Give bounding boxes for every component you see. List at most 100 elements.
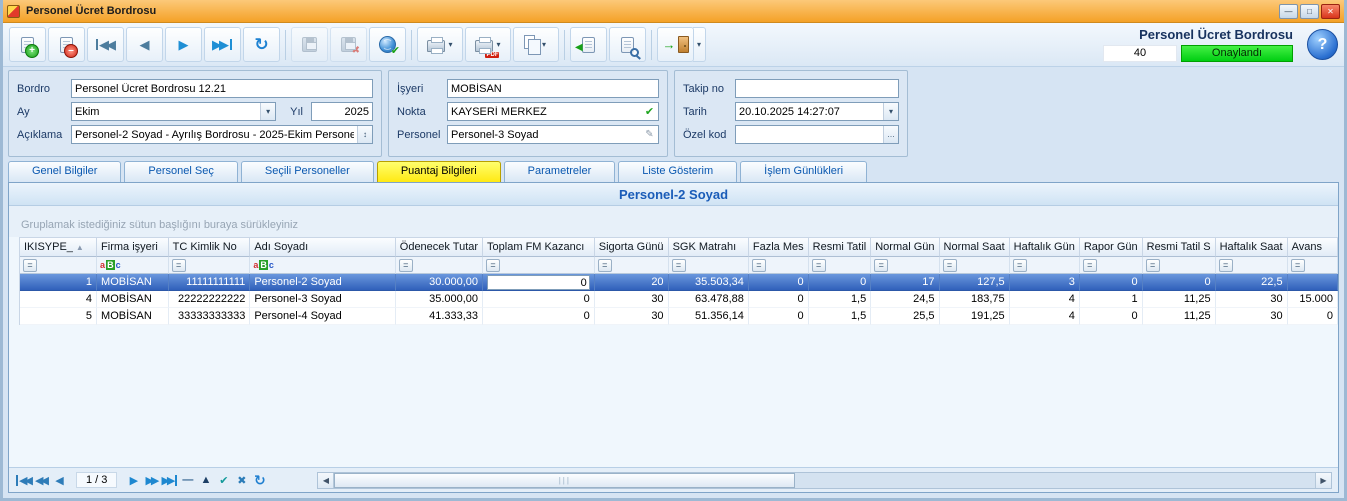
- filter-cell[interactable]: =: [396, 257, 483, 274]
- bordro-input[interactable]: [72, 81, 372, 96]
- grid-cell[interactable]: 11,25: [1143, 308, 1216, 325]
- first-record-button[interactable]: ◀◀: [87, 27, 124, 62]
- grid-cell[interactable]: 3: [1010, 274, 1080, 291]
- grid-cell[interactable]: MOBİSAN: [97, 308, 169, 325]
- grid-cell[interactable]: 4: [1010, 291, 1080, 308]
- filter-cell[interactable]: =: [483, 257, 595, 274]
- filter-cell[interactable]: =: [595, 257, 669, 274]
- export-button[interactable]: ▾: [513, 27, 559, 62]
- grid-cell[interactable]: 35.000,00: [396, 291, 483, 308]
- grid-cell[interactable]: [1288, 274, 1338, 291]
- filter-cell[interactable]: =: [940, 257, 1010, 274]
- grid-cell[interactable]: Personel-3 Soyad: [250, 291, 395, 308]
- active-edit-cell[interactable]: 0: [487, 275, 590, 290]
- tab-personel-se[interactable]: Personel Seç: [124, 161, 237, 182]
- grid-cell[interactable]: 11111111111: [169, 274, 251, 291]
- row-remove-button[interactable]: —: [179, 471, 196, 490]
- grid-cell[interactable]: 15.000: [1288, 291, 1338, 308]
- ay-dropdown-icon[interactable]: ▾: [260, 103, 275, 120]
- column-header[interactable]: Toplam FM Kazancı: [483, 237, 595, 257]
- scrollbar-thumb[interactable]: [334, 473, 795, 488]
- column-header[interactable]: Rapor Gün: [1080, 237, 1143, 257]
- column-header[interactable]: Sigorta Günü: [595, 237, 669, 257]
- row-post-button[interactable]: ✔: [215, 471, 232, 490]
- grid-cell[interactable]: 1: [1080, 291, 1143, 308]
- save-button[interactable]: [291, 27, 328, 62]
- nav-prior-button[interactable]: ◀: [51, 471, 68, 490]
- nav-first-button[interactable]: ◀◀: [15, 471, 32, 490]
- grid-cell[interactable]: 20: [595, 274, 669, 291]
- column-header[interactable]: Avans: [1288, 237, 1338, 257]
- tab-genel-bilgiler[interactable]: Genel Bilgiler: [8, 161, 121, 182]
- tab-i-lem-g-nl-kleri[interactable]: İşlem Günlükleri: [740, 161, 867, 182]
- aciklama-spin-icon[interactable]: ↕: [357, 126, 372, 143]
- column-header[interactable]: Ödenecek Tutar: [396, 237, 483, 257]
- filter-cell[interactable]: =: [1143, 257, 1216, 274]
- grid-cell[interactable]: 51.356,14: [669, 308, 749, 325]
- close-button[interactable]: ✕: [1321, 4, 1340, 19]
- grid-cell[interactable]: 0: [1080, 308, 1143, 325]
- column-header[interactable]: SGK Matrahı: [669, 237, 749, 257]
- takip-no-input[interactable]: [736, 81, 898, 96]
- exit-dropdown-button[interactable]: ▾: [693, 27, 706, 62]
- refresh-button[interactable]: ↻: [243, 27, 280, 62]
- grid-cell[interactable]: 0: [809, 274, 872, 291]
- column-header[interactable]: TC Kimlik No: [169, 237, 251, 257]
- grid-cell[interactable]: 22,5: [1216, 274, 1288, 291]
- filter-cell[interactable]: aBc: [97, 257, 169, 274]
- grid-cell[interactable]: 127,5: [940, 274, 1010, 291]
- personel-input[interactable]: [448, 127, 641, 142]
- grid-cell[interactable]: 30: [595, 291, 669, 308]
- filter-cell[interactable]: =: [1080, 257, 1143, 274]
- row-cancel-button[interactable]: ✖: [233, 471, 250, 490]
- column-header[interactable]: Adı Soyadı: [250, 237, 395, 257]
- scroll-right-button[interactable]: ▶: [1315, 473, 1331, 488]
- grid-cell[interactable]: 0: [1080, 274, 1143, 291]
- grid-cell[interactable]: MOBİSAN: [97, 274, 169, 291]
- tarih-dropdown-icon[interactable]: ▾: [883, 103, 898, 120]
- filter-cell[interactable]: =: [1288, 257, 1338, 274]
- column-header[interactable]: Normal Saat: [940, 237, 1010, 257]
- nav-last-button[interactable]: ▶▶: [161, 471, 178, 490]
- grid-cell[interactable]: 25,5: [871, 308, 939, 325]
- grid-cell[interactable]: 24,5: [871, 291, 939, 308]
- grid-cell[interactable]: 1,5: [809, 308, 872, 325]
- column-header[interactable]: Firma işyeri: [97, 237, 169, 257]
- nav-next-page-button[interactable]: ▶▶: [143, 471, 160, 490]
- nav-prior-page-button[interactable]: ◀◀: [33, 471, 50, 490]
- grid-cell[interactable]: 22222222222: [169, 291, 251, 308]
- column-header[interactable]: Haftalık Gün: [1010, 237, 1080, 257]
- exit-button[interactable]: [657, 27, 694, 62]
- grid-cell[interactable]: 0: [1288, 308, 1338, 325]
- filter-cell[interactable]: aBc: [250, 257, 395, 274]
- grid-cell[interactable]: 1: [20, 274, 97, 291]
- ozel-kod-browse-button[interactable]: …: [883, 126, 898, 143]
- grid-cell[interactable]: 0: [1143, 274, 1216, 291]
- personel-picker-icon[interactable]: ✎: [641, 129, 658, 140]
- ozel-kod-input[interactable]: [736, 127, 883, 142]
- grid-cell[interactable]: 30: [1216, 308, 1288, 325]
- isyeri-input[interactable]: [448, 81, 658, 96]
- horizontal-scrollbar[interactable]: ◀ ▶: [317, 472, 1332, 489]
- tab-puantaj-bilgileri[interactable]: Puantaj Bilgileri: [377, 161, 501, 182]
- maximize-button[interactable]: □: [1300, 4, 1319, 19]
- grid-cell[interactable]: 5: [20, 308, 97, 325]
- ay-input[interactable]: [72, 104, 260, 119]
- column-header[interactable]: Fazla Mes: [749, 237, 809, 257]
- grid-cell[interactable]: 4: [1010, 308, 1080, 325]
- last-record-button[interactable]: ▶▶: [204, 27, 241, 62]
- tab-se-ili-personeller[interactable]: Seçili Personeller: [241, 161, 374, 182]
- grid-cell[interactable]: 35.503,34: [669, 274, 749, 291]
- grid-cell[interactable]: 0: [749, 291, 809, 308]
- row-refresh-button[interactable]: ↻: [251, 471, 268, 490]
- pdf-print-button[interactable]: ▾: [465, 27, 511, 62]
- next-record-button[interactable]: ▶: [165, 27, 202, 62]
- filter-cell[interactable]: =: [20, 257, 97, 274]
- column-header[interactable]: Resmi Tatil S: [1143, 237, 1216, 257]
- nokta-input[interactable]: [448, 104, 641, 119]
- grid-cell[interactable]: 191,25: [940, 308, 1010, 325]
- column-header[interactable]: Normal Gün: [871, 237, 939, 257]
- column-header[interactable]: Haftalık Saat: [1216, 237, 1288, 257]
- preview-button[interactable]: [609, 27, 646, 62]
- grid-cell[interactable]: Personel-2 Soyad: [250, 274, 395, 291]
